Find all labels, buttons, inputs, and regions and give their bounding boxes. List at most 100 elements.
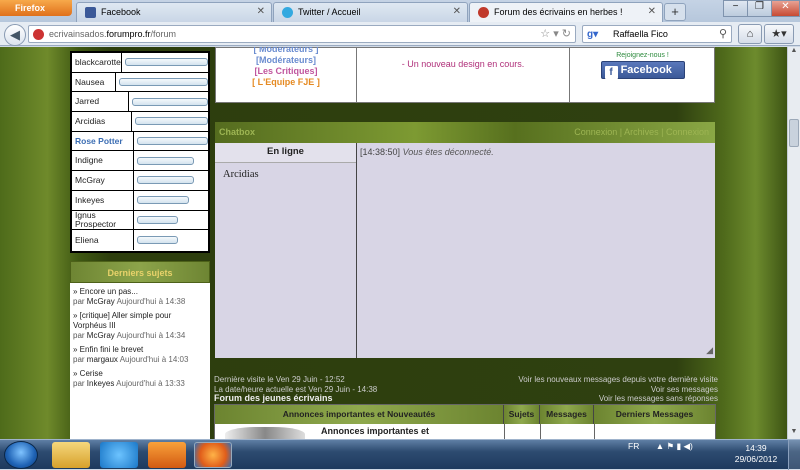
topic-time: Aujourd'hui à 14:34 bbox=[116, 331, 186, 340]
home-button[interactable]: ⌂ bbox=[738, 24, 762, 44]
team-link[interactable]: [ L'Equipe FJE ] bbox=[216, 77, 356, 88]
user-name[interactable]: Rose Potter bbox=[72, 131, 134, 151]
user-row: Eliena bbox=[72, 230, 208, 250]
user-name[interactable]: Inkeyes bbox=[72, 190, 134, 210]
forum-name[interactable]: Forum des jeunes écrivains bbox=[214, 393, 333, 403]
level-bar bbox=[137, 176, 195, 185]
topic-author[interactable]: Inkeyes bbox=[87, 379, 115, 388]
user-name[interactable]: Jarred bbox=[72, 92, 129, 112]
moderators-link[interactable]: [Modérateurs] bbox=[216, 55, 356, 66]
scroll-thumb[interactable] bbox=[789, 119, 799, 147]
url-bar[interactable]: ecrivainsados.forumpro.fr/forum ☆ ▾ ↻ bbox=[28, 25, 576, 43]
bookmark-star-icon[interactable]: ☆ ▾ ↻ bbox=[540, 27, 571, 40]
topic-link[interactable]: » Cerise bbox=[73, 369, 207, 379]
bookmarks-menu-button[interactable]: ★▾ bbox=[764, 24, 794, 44]
tab-label: Twitter / Accueil bbox=[298, 7, 361, 17]
user-row: Nausea bbox=[72, 72, 208, 93]
join-text: Rejoignez-nous ! bbox=[616, 52, 669, 59]
critics-link[interactable]: [Les Critiques] bbox=[216, 66, 356, 77]
user-name[interactable]: Indigne bbox=[72, 151, 134, 171]
close-tab-icon[interactable]: ✕ bbox=[257, 6, 265, 17]
visit-info: Dernière visite le Ven 29 Juin - 12:52 L… bbox=[214, 375, 718, 403]
tab-facebook[interactable]: Facebook ✕ bbox=[76, 2, 272, 22]
media-player-icon[interactable] bbox=[148, 442, 186, 468]
topic-by: par bbox=[73, 331, 85, 340]
user-list: blackcarotte Nausea Jarred Arcidias Rose… bbox=[70, 51, 210, 253]
chat-message: [14:38:50] Vous êtes déconnecté. bbox=[360, 147, 494, 157]
close-window-button[interactable]: ✕ bbox=[771, 0, 800, 17]
level-bar bbox=[124, 58, 208, 67]
my-messages-link[interactable]: Voir ses messages bbox=[651, 385, 718, 395]
search-icon[interactable]: ⚲ bbox=[719, 27, 727, 40]
forum-favicon-icon bbox=[478, 7, 489, 18]
tab-twitter[interactable]: Twitter / Accueil ✕ bbox=[273, 2, 468, 22]
tray-icons[interactable]: ▲ ⚑ ▮ ◀) bbox=[656, 441, 693, 451]
user-name[interactable]: Eliena bbox=[72, 230, 134, 250]
topic-link[interactable]: » Enfin fini le brevet bbox=[73, 345, 207, 355]
latest-topics: Derniers sujets » Encore un pas... par M… bbox=[70, 261, 210, 439]
new-tab-button[interactable]: + bbox=[664, 3, 686, 21]
title-bar: Firefox Facebook ✕ Twitter / Accueil ✕ F… bbox=[0, 0, 800, 22]
chatbox-header: Chatbox Connexion | Archives | Connexion bbox=[215, 122, 715, 143]
facebook-button[interactable]: f Facebook bbox=[600, 61, 685, 79]
topic-author[interactable]: McGray bbox=[87, 297, 115, 306]
vertical-scrollbar[interactable]: ▲ ▼ bbox=[787, 47, 800, 439]
start-button[interactable] bbox=[4, 441, 38, 469]
internet-explorer-icon[interactable] bbox=[100, 442, 138, 468]
page-content: [ Modérateurs ] [Modérateurs] [Les Criti… bbox=[0, 47, 787, 439]
user-name[interactable]: Ignus Prospector bbox=[72, 210, 134, 230]
topic-link[interactable]: » Encore un pas... bbox=[73, 287, 207, 297]
user-row: McGray bbox=[72, 171, 208, 191]
topic-by: par bbox=[73, 355, 85, 364]
staff-partial-link[interactable]: [ Modérateurs ] bbox=[216, 47, 356, 55]
latest-topics-title: Derniers sujets bbox=[70, 261, 210, 283]
minimize-button[interactable]: − bbox=[723, 0, 748, 17]
topic-by: par bbox=[73, 297, 85, 306]
site-favicon-icon bbox=[33, 29, 44, 40]
tab-forum[interactable]: Forum des écrivains en herbes ! ✕ bbox=[469, 2, 663, 22]
explorer-icon[interactable] bbox=[52, 442, 90, 468]
scroll-up-icon[interactable]: ▲ bbox=[788, 47, 800, 58]
user-row: Rose Potter bbox=[72, 131, 208, 152]
new-messages-link[interactable]: Voir les nouveaux messages depuis votre … bbox=[518, 375, 718, 385]
staff-column: [ Modérateurs ] [Modérateurs] [Les Criti… bbox=[216, 47, 357, 102]
chat-text: Vous êtes déconnecté. bbox=[402, 147, 494, 157]
unanswered-link[interactable]: Voir les messages sans réponses bbox=[599, 394, 718, 404]
firefox-menu-button[interactable]: Firefox bbox=[0, 0, 72, 16]
topic-link[interactable]: » [critique] Aller simple pour Vorphéus … bbox=[73, 311, 207, 331]
topic-item: » Enfin fini le brevet par margaux Aujou… bbox=[70, 341, 210, 365]
chat-time: [14:38:50] bbox=[360, 147, 401, 157]
language-indicator[interactable]: FR bbox=[628, 441, 639, 451]
topic-author[interactable]: margaux bbox=[87, 355, 118, 364]
topic-by: par bbox=[73, 379, 85, 388]
chatbox-links[interactable]: Connexion | Archives | Connexion bbox=[574, 127, 709, 137]
online-member[interactable]: Arcidias bbox=[215, 163, 356, 186]
user-name[interactable]: Nausea bbox=[72, 72, 116, 92]
user-row: Jarred bbox=[72, 92, 208, 113]
user-name[interactable]: Arcidias bbox=[72, 112, 133, 131]
resize-handle-icon[interactable]: ◢ bbox=[706, 345, 713, 356]
user-name[interactable]: blackcarotte bbox=[72, 53, 122, 72]
user-name[interactable]: McGray bbox=[72, 171, 134, 190]
forum-table: Annonces importantes et Nouveautés Sujet… bbox=[214, 404, 716, 439]
close-tab-icon[interactable]: ✕ bbox=[453, 6, 461, 17]
back-button[interactable]: ◀ bbox=[4, 24, 26, 46]
topic-time: Aujourd'hui à 14:03 bbox=[119, 355, 189, 364]
clock[interactable]: 14:39 29/06/2012 bbox=[728, 443, 784, 465]
topic-time: Aujourd'hui à 13:33 bbox=[116, 379, 185, 388]
maximize-button[interactable]: ❐ bbox=[747, 0, 772, 17]
forum-row-title[interactable]: Annonces importantes et bbox=[321, 426, 429, 436]
close-tab-icon[interactable]: ✕ bbox=[648, 6, 656, 17]
navigation-bar: ◀ ecrivainsados.forumpro.fr/forum ☆ ▾ ↻ … bbox=[0, 22, 800, 46]
table-header: Derniers Messages bbox=[594, 405, 715, 424]
taskbar: FR ▲ ⚑ ▮ ◀) 14:39 29/06/2012 bbox=[0, 439, 800, 470]
user-row: blackcarotte bbox=[72, 53, 208, 73]
url-path: /forum bbox=[150, 29, 177, 39]
topic-author[interactable]: McGray bbox=[87, 331, 115, 340]
search-input[interactable]: g▾ Raffaella Fico ⚲ bbox=[582, 25, 732, 43]
staff-box: [ Modérateurs ] [Modérateurs] [Les Criti… bbox=[215, 47, 715, 103]
level-bar bbox=[137, 236, 178, 245]
firefox-taskbar-icon[interactable] bbox=[194, 442, 232, 468]
show-desktop-button[interactable] bbox=[788, 440, 800, 470]
scroll-down-icon[interactable]: ▼ bbox=[788, 428, 800, 439]
